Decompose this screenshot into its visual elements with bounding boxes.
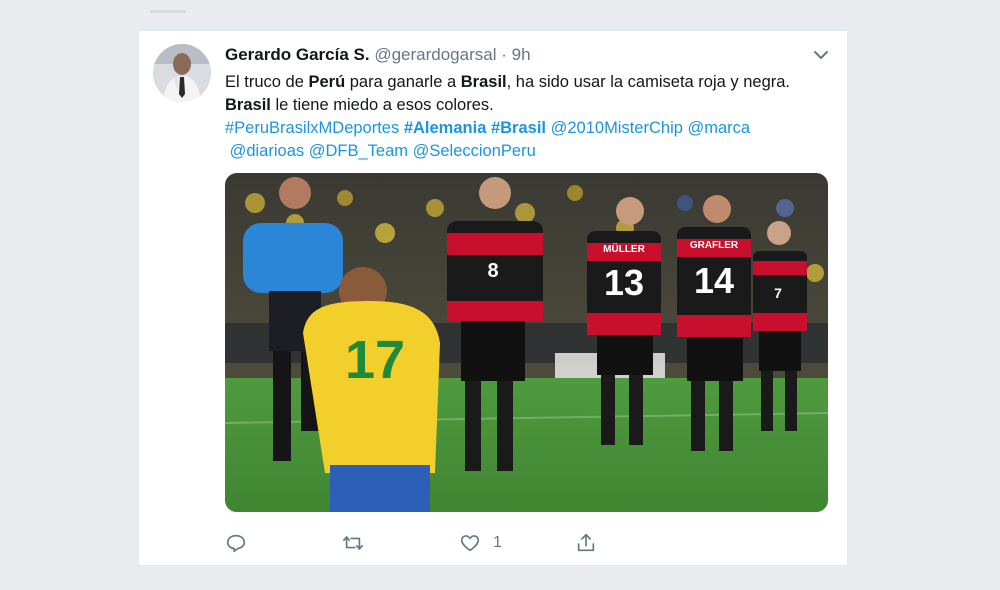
mention-link[interactable]: @diarioas [230, 142, 305, 160]
jersey-name-muller: MÜLLER [603, 242, 645, 255]
tweet-tags-line-1: #PeruBrasilxMDeportes #Alemania #Brasil … [225, 117, 835, 140]
tweet-line-1: El truco de Perú para ganarle a Brasil, … [225, 71, 835, 94]
mention-link[interactable]: @SeleccionPeru [413, 142, 536, 160]
display-name[interactable]: Gerardo García S. [225, 45, 370, 64]
bold-segment: Brasil [225, 96, 271, 114]
hashtag-link[interactable]: #Brasil [491, 119, 546, 137]
bold-segment: Brasil [460, 73, 507, 91]
timestamp[interactable]: 9h [512, 45, 531, 64]
jersey-number-14: 14 [694, 260, 734, 301]
tweet-card[interactable]: Gerardo García S. @gerardogarsal · 9h El… [138, 30, 848, 566]
tweet-line-2: Brasil le tiene miedo a esos colores. [225, 94, 835, 117]
like-icon [460, 535, 480, 552]
share-button[interactable] [575, 531, 597, 555]
top-divider [150, 10, 186, 13]
tweet-actions: 1 [225, 531, 625, 555]
text-segment: El truco de [225, 73, 309, 91]
share-icon [577, 533, 595, 552]
jersey-number-17: 17 [345, 330, 405, 390]
football-photo: 17 8 MÜLLER 13 GRAFLER 14 7 [225, 173, 828, 512]
text-segment: , ha sido usar la camiseta roja y negra. [506, 73, 791, 91]
jersey-number-13: 13 [604, 262, 644, 303]
reply-icon [226, 534, 246, 553]
hashtag-link[interactable]: #PeruBrasilxMDeportes [225, 119, 399, 137]
tweet-text: El truco de Perú para ganarle a Brasil, … [225, 71, 835, 163]
user-handle[interactable]: @gerardogarsal [374, 45, 496, 64]
chevron-down-icon[interactable] [811, 45, 831, 65]
mention-link[interactable]: @DFB_Team [309, 142, 408, 160]
jersey-name-grafler: GRAFLER [690, 240, 739, 251]
avatar-image [153, 44, 211, 102]
separator: · [501, 45, 507, 64]
jersey-number-7: 7 [774, 285, 782, 301]
retweet-icon [343, 536, 363, 550]
reply-button[interactable] [225, 531, 247, 555]
text-segment: para ganarle a [345, 73, 461, 91]
tweet-tags-line-2: @diarioas @DFB_Team @SeleccionPeru [225, 140, 835, 163]
mention-link[interactable]: @marca [688, 119, 751, 137]
mention-link[interactable]: @2010MisterChip [551, 119, 683, 137]
avatar[interactable] [153, 44, 211, 102]
tweet-header: Gerardo García S. @gerardogarsal · 9h [225, 45, 827, 69]
retweet-button[interactable] [341, 531, 365, 555]
bold-segment: Perú [308, 73, 346, 91]
tweet-media-photo[interactable]: 17 8 MÜLLER 13 GRAFLER 14 7 [225, 173, 828, 512]
jersey-number-8: 8 [487, 260, 498, 282]
like-count: 1 [493, 534, 502, 551]
text-segment: le tiene miedo a esos colores. [270, 96, 494, 114]
hashtag-link[interactable]: #Alemania [404, 119, 487, 137]
like-button[interactable]: 1 [459, 531, 502, 555]
